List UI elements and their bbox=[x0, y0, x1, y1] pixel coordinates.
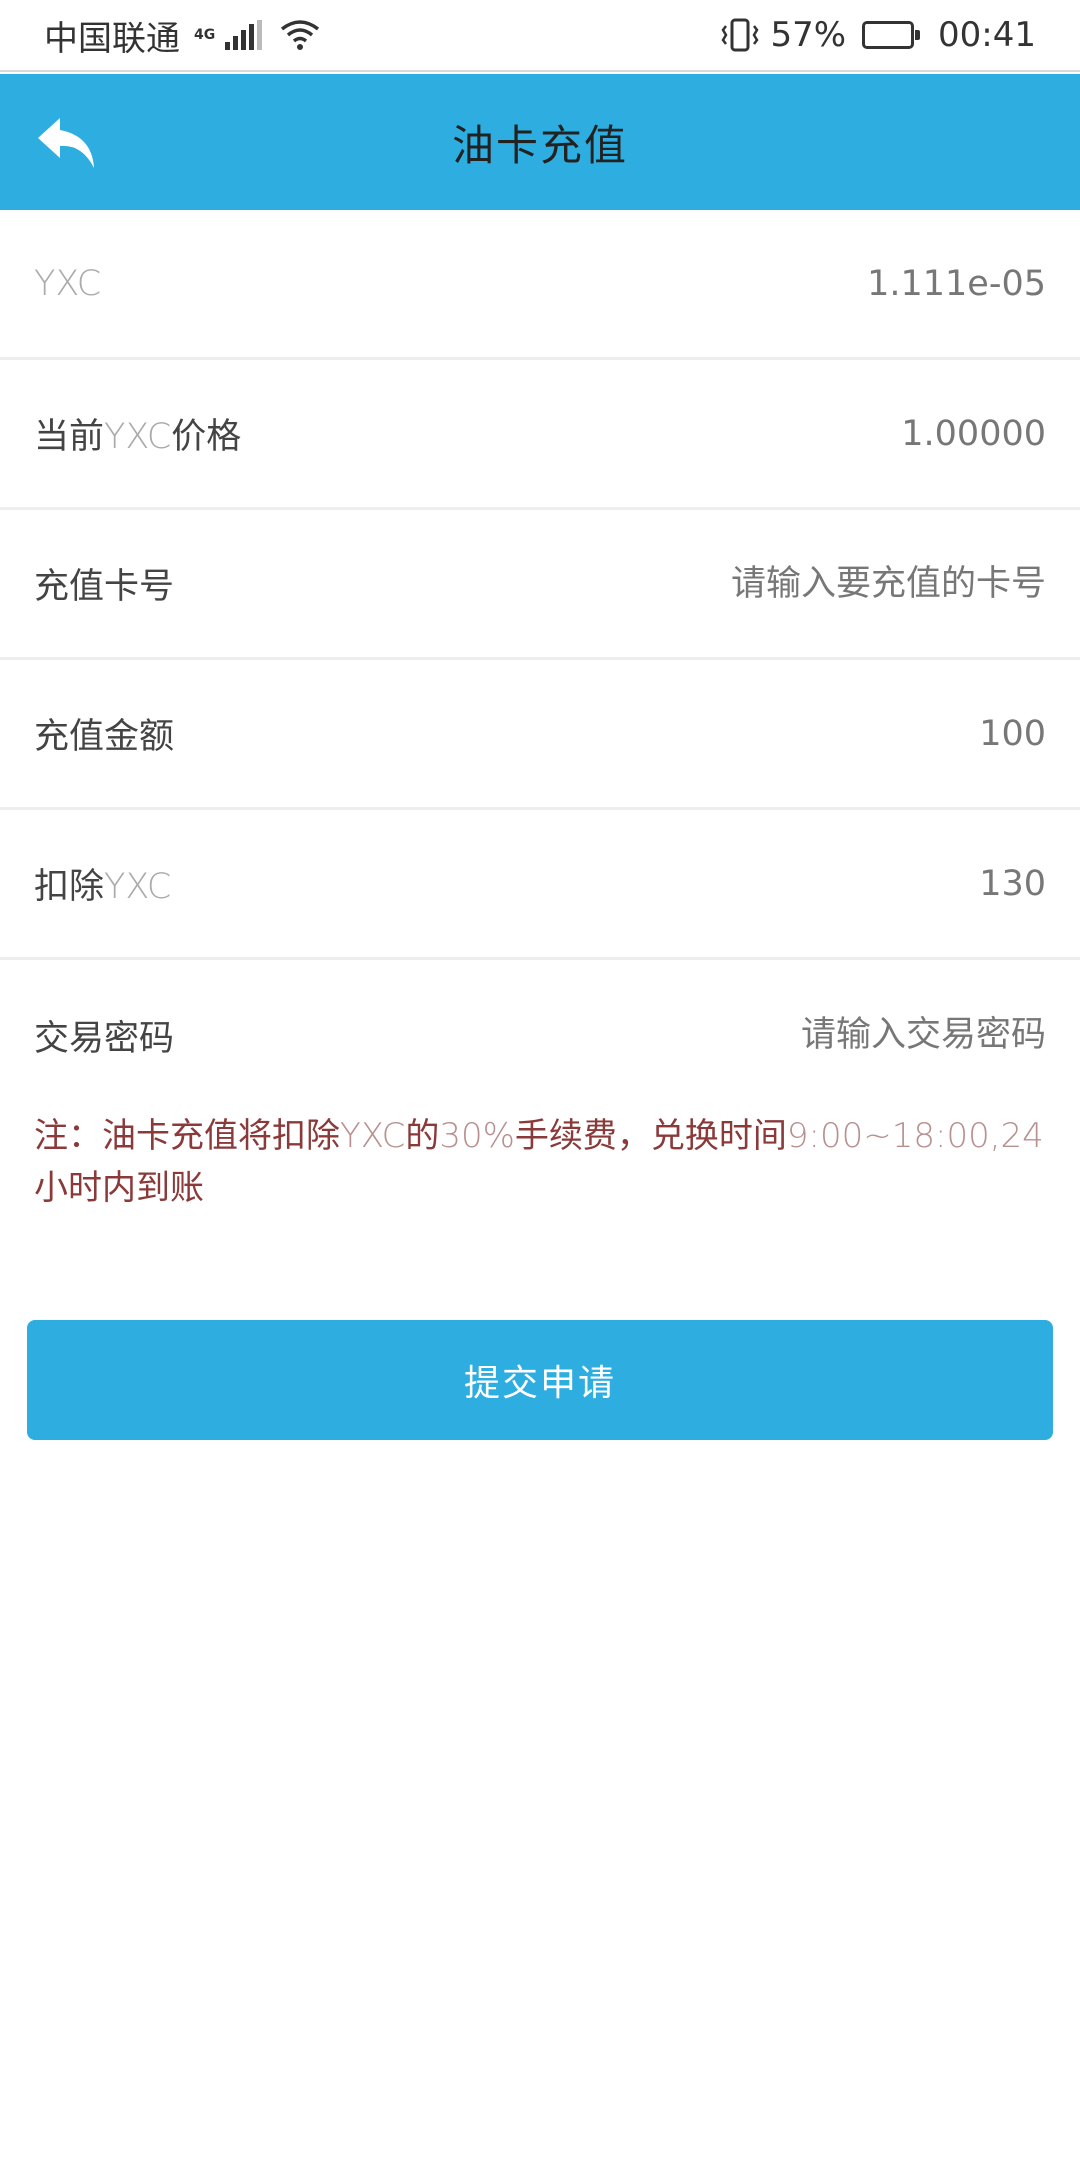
price-label: 当前YXC价格 bbox=[34, 417, 242, 457]
submit-button[interactable]: 提交申请 bbox=[27, 1320, 1053, 1440]
status-left: 中国联通 4G bbox=[44, 11, 320, 60]
back-arrow-icon bbox=[38, 118, 94, 168]
yxc-label: YXC bbox=[34, 263, 102, 304]
deduct-label: 扣除YXC bbox=[34, 867, 172, 907]
card-number-input[interactable] bbox=[526, 563, 1046, 604]
signal-icon bbox=[225, 20, 263, 50]
status-right: 57% 00:41 bbox=[720, 15, 1036, 55]
price-value: 1.00000 bbox=[901, 413, 1046, 454]
battery-percent: 57% bbox=[770, 15, 847, 55]
form-rows: YXC 1.111e-05 当前YXC价格 1.00000 充值卡号 充值金额 … bbox=[0, 210, 1080, 1110]
amount-value[interactable]: 100 bbox=[979, 714, 1046, 754]
row-password: 交易密码 bbox=[0, 960, 1080, 1110]
row-yxc-price: 当前YXC价格 1.00000 bbox=[0, 360, 1080, 510]
password-label: 交易密码 bbox=[34, 1018, 175, 1059]
row-card-number: 充值卡号 bbox=[0, 510, 1080, 660]
row-amount: 充值金额 100 bbox=[0, 660, 1080, 810]
row-yxc-balance: YXC 1.111e-05 bbox=[0, 210, 1080, 360]
status-bar: 中国联通 4G 57% 00:41 bbox=[0, 0, 1080, 72]
deduct-value: 130 bbox=[979, 863, 1046, 904]
network-type: 4G bbox=[194, 27, 216, 43]
page-title: 油卡充值 bbox=[451, 120, 628, 170]
fee-note: 注：油卡充值将扣除YXC的30%手续费，兑换时间9:00~18:00,24小时内… bbox=[34, 1116, 1044, 1208]
row-deduct: 扣除YXC 130 bbox=[0, 810, 1080, 960]
yxc-value: 1.111e-05 bbox=[867, 263, 1046, 304]
vibrate-icon bbox=[721, 18, 759, 52]
back-button[interactable] bbox=[28, 104, 104, 180]
card-number-label: 充值卡号 bbox=[34, 567, 175, 607]
title-bar: 油卡充值 bbox=[0, 74, 1080, 210]
clock: 00:41 bbox=[938, 15, 1036, 55]
wifi-icon bbox=[281, 20, 320, 50]
battery-icon bbox=[862, 21, 921, 49]
amount-label: 充值金额 bbox=[34, 717, 175, 757]
password-input[interactable] bbox=[526, 1015, 1046, 1055]
carrier-name: 中国联通 bbox=[44, 18, 180, 59]
